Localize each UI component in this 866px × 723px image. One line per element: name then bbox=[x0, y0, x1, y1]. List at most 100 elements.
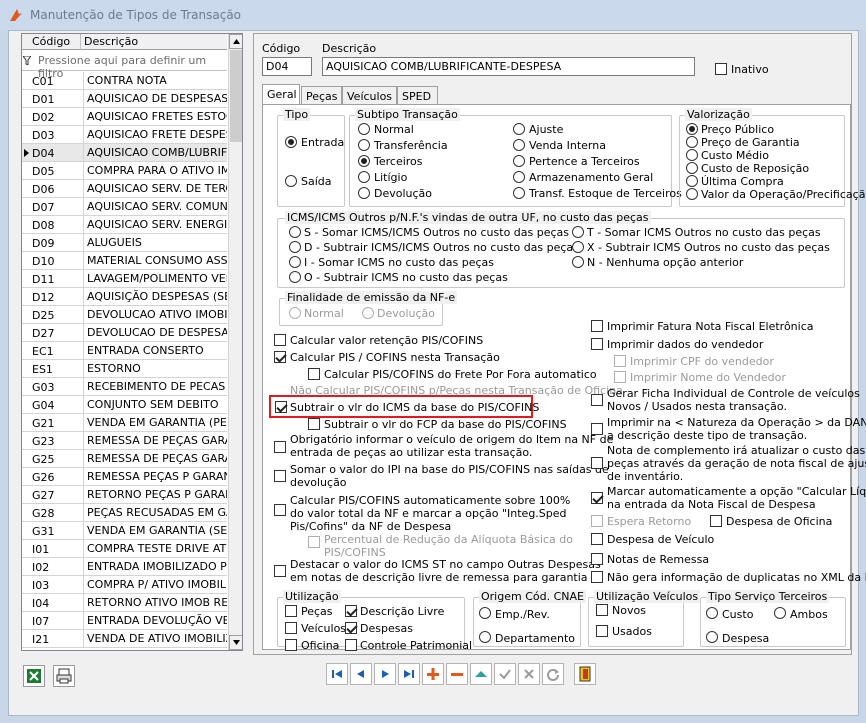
despesa-veiculo-checkbox[interactable] bbox=[591, 533, 603, 545]
table-row[interactable]: G03 RECEBIMENTO DE PECAS GAR/ bbox=[22, 378, 227, 396]
percentual-reducao-checkbox[interactable] bbox=[308, 536, 320, 548]
tab-veiculos[interactable]: Veículos bbox=[342, 86, 397, 106]
imprimir-fatura-checkbox[interactable] bbox=[591, 320, 603, 332]
tab-pecas[interactable]: Peças bbox=[301, 86, 342, 106]
despesa-oficina-checkbox[interactable] bbox=[710, 515, 722, 527]
table-row[interactable]: D10 MATERIAL CONSUMO ASSIST T bbox=[22, 252, 227, 270]
venda-interna-radio[interactable] bbox=[513, 139, 525, 151]
preco-publico-radio[interactable] bbox=[686, 123, 698, 135]
table-row[interactable]: D07 AQUISICAO SERV. COMUNICA bbox=[22, 198, 227, 216]
subtrair-fcp-checkbox[interactable] bbox=[308, 418, 320, 430]
tab-sped[interactable]: SPED bbox=[397, 86, 438, 106]
table-row[interactable]: G31 VENDA EM GARANTIA (SERVIÇ bbox=[22, 522, 227, 540]
terceiros-radio[interactable] bbox=[358, 155, 370, 167]
pertence-terceiros-radio[interactable] bbox=[513, 155, 525, 167]
transaction-grid[interactable]: Código Descrição Pressione aqui para def… bbox=[21, 33, 243, 651]
header-code[interactable]: Código bbox=[32, 35, 70, 48]
util-descricao-livre-checkbox[interactable] bbox=[345, 605, 357, 617]
table-row[interactable]: D12 AQUISIÇÃO DESPESAS (SERVI bbox=[22, 288, 227, 306]
icms-o-radio[interactable] bbox=[289, 271, 301, 283]
devolucao-radio[interactable] bbox=[358, 187, 370, 199]
scroll-thumb[interactable] bbox=[230, 50, 242, 142]
table-row[interactable]: G27 RETORNO PEÇAS P GARANTIA bbox=[22, 486, 227, 504]
table-row[interactable]: ES1 ESTORNO bbox=[22, 360, 227, 378]
preco-garantia-radio[interactable] bbox=[686, 136, 698, 148]
table-row[interactable]: D08 AQUISICAO SERV. ENERGIA El bbox=[22, 216, 227, 234]
calc-liquido-checkbox[interactable] bbox=[591, 492, 603, 504]
serv-custo-radio[interactable] bbox=[706, 607, 718, 619]
calc-retencao-checkbox[interactable] bbox=[274, 334, 286, 346]
util-controle-patrimonial-checkbox[interactable] bbox=[345, 639, 357, 651]
table-row[interactable]: G25 REMESSA DE PEÇAS GARANTIA bbox=[22, 450, 227, 468]
custo-reposicao-radio[interactable] bbox=[686, 162, 698, 174]
normal-radio[interactable] bbox=[358, 123, 370, 135]
grid-scrollbar[interactable] bbox=[228, 34, 242, 650]
table-row[interactable]: D09 ALUGUEIS bbox=[22, 234, 227, 252]
export-excel-button[interactable] bbox=[23, 665, 45, 687]
somar-ipi-checkbox[interactable] bbox=[274, 470, 286, 482]
icms-t-radio[interactable] bbox=[572, 226, 584, 238]
util-usados-checkbox[interactable] bbox=[596, 625, 608, 637]
finalidade-normal-radio[interactable] bbox=[289, 307, 301, 319]
icms-x-radio[interactable] bbox=[572, 241, 584, 253]
table-row[interactable]: G21 VENDA EM GARANTIA (PEÇAS) bbox=[22, 414, 227, 432]
first-record-button[interactable] bbox=[326, 663, 348, 685]
table-row[interactable]: D06 AQUISICAO SERV. DE TERCEIF bbox=[22, 180, 227, 198]
icms-d-radio[interactable] bbox=[289, 241, 301, 253]
calc-frete-checkbox[interactable] bbox=[308, 368, 320, 380]
post-button[interactable] bbox=[494, 663, 516, 685]
table-row[interactable]: G23 REMESSA DE PEÇAS GARANTI/ bbox=[22, 432, 227, 450]
cancel-button[interactable] bbox=[518, 663, 540, 685]
table-row[interactable]: G04 CONJUNTO SEM DEBITO bbox=[22, 396, 227, 414]
icms-n-radio[interactable] bbox=[572, 256, 584, 268]
util-oficina-checkbox[interactable] bbox=[285, 639, 297, 651]
table-row[interactable]: D03 AQUISICAO FRETE DESPESA bbox=[22, 126, 227, 144]
refresh-button[interactable] bbox=[542, 663, 564, 685]
ultima-compra-radio[interactable] bbox=[686, 175, 698, 187]
table-row[interactable]: EC1 ENTRADA CONSERTO bbox=[22, 342, 227, 360]
gerar-ficha-checkbox[interactable] bbox=[591, 394, 603, 406]
table-row[interactable]: I21 VENDA DE ATIVO IMOBILIZADO bbox=[22, 630, 227, 648]
ajuste-radio[interactable] bbox=[513, 123, 525, 135]
print-button[interactable] bbox=[53, 665, 75, 687]
imprimir-nome-checkbox[interactable] bbox=[614, 371, 626, 383]
table-row[interactable]: C01 CONTRA NOTA bbox=[22, 72, 227, 90]
next-record-button[interactable] bbox=[374, 663, 396, 685]
table-row[interactable]: D01 AQUISICAO DE DESPESAS DIV bbox=[22, 90, 227, 108]
destacar-icms-st-checkbox[interactable] bbox=[274, 565, 286, 577]
departamento-radio[interactable] bbox=[479, 631, 491, 643]
header-desc[interactable]: Descrição bbox=[80, 34, 138, 50]
util-novos-checkbox[interactable] bbox=[596, 604, 608, 616]
table-row[interactable]: D27 DEVOLUCAO DE DESPESAS bbox=[22, 324, 227, 342]
edit-button[interactable] bbox=[470, 663, 492, 685]
table-row[interactable]: D05 COMPRA PARA O ATIVO IMOB bbox=[22, 162, 227, 180]
imprimir-cpf-checkbox[interactable] bbox=[614, 355, 626, 367]
util-veiculos-checkbox[interactable] bbox=[285, 622, 297, 634]
scroll-down-button[interactable] bbox=[229, 635, 242, 650]
exit-button[interactable] bbox=[574, 663, 596, 685]
transf-estoque-radio[interactable] bbox=[513, 187, 525, 199]
util-pecas-checkbox[interactable] bbox=[285, 605, 297, 617]
litigio-radio[interactable] bbox=[358, 171, 370, 183]
calc-auto-checkbox[interactable] bbox=[274, 504, 286, 516]
imprimir-vendedor-checkbox[interactable] bbox=[591, 338, 603, 350]
prev-record-button[interactable] bbox=[350, 663, 372, 685]
inativo-checkbox[interactable] bbox=[715, 63, 727, 75]
transferencia-radio[interactable] bbox=[358, 139, 370, 151]
finalidade-devolucao-radio[interactable] bbox=[362, 307, 374, 319]
table-row[interactable]: G26 REMESSA PEÇAS P GARANTIA- bbox=[22, 468, 227, 486]
valor-operacao-radio[interactable] bbox=[686, 188, 698, 200]
emp-rev-radio[interactable] bbox=[479, 607, 491, 619]
calc-pis-cofins-checkbox[interactable] bbox=[274, 351, 286, 363]
subtrair-icms-checkbox[interactable] bbox=[275, 401, 287, 413]
icms-s-radio[interactable] bbox=[289, 226, 301, 238]
serv-despesa-radio[interactable] bbox=[706, 631, 718, 643]
nota-complemento-checkbox[interactable] bbox=[591, 457, 603, 469]
table-row[interactable]: D04 AQUISICAO COMB/LUBRIFICA bbox=[22, 144, 227, 162]
nao-gera-duplicatas-checkbox[interactable] bbox=[591, 571, 603, 583]
table-row[interactable]: I07 ENTRADA DEVOLUÇÃO VENDA bbox=[22, 612, 227, 630]
insert-button[interactable] bbox=[422, 663, 444, 685]
icms-i-radio[interactable] bbox=[289, 256, 301, 268]
table-row[interactable]: D02 AQUISICAO FRETES ESTOQUE bbox=[22, 108, 227, 126]
code-field[interactable] bbox=[262, 57, 312, 76]
